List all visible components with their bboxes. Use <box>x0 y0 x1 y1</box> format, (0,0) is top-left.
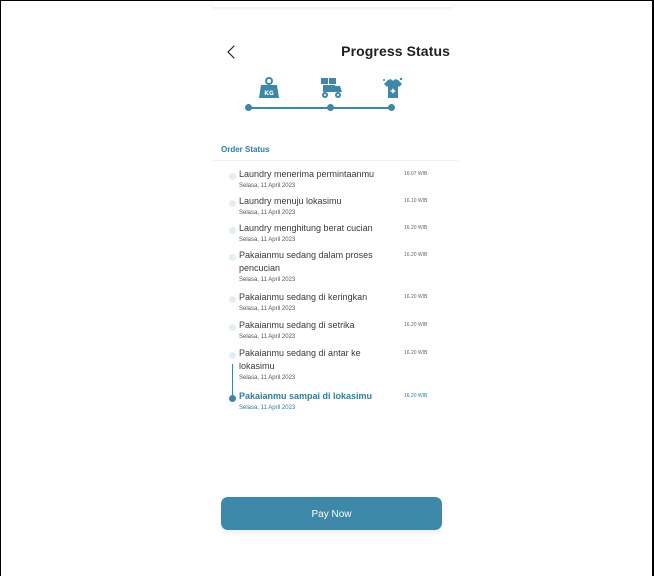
timeline-item-date: Selasa, 11 April 2023 <box>239 277 296 283</box>
pay-now-button[interactable]: Pay Now <box>221 497 442 530</box>
order-status-heading: Order Status <box>221 145 270 154</box>
weight-kg-icon: KG <box>257 76 281 100</box>
timeline-dot <box>229 200 236 207</box>
timeline-item-title: Pakaianmu sedang di setrika <box>239 320 355 330</box>
timeline-dot <box>229 296 236 303</box>
page-title: Progress Status <box>341 43 450 59</box>
timeline-item-date: Selasa, 11 April 2023 <box>239 210 296 216</box>
order-status-timeline: Laundry menerima permintaanmu Selasa, 11… <box>226 164 448 434</box>
timeline-item-title: Pakaianmu sedang di keringkan <box>239 292 368 302</box>
step-dot-3 <box>388 104 395 111</box>
section-divider <box>212 160 458 161</box>
timeline-item-time: 16.20 WIB <box>404 294 428 300</box>
timeline-item-time: 16.20 WIB <box>404 252 428 258</box>
timeline-dot <box>229 227 236 234</box>
timeline-item-date: Selasa, 11 April 2023 <box>239 237 296 243</box>
progress-line <box>248 107 391 109</box>
timeline-item-time: 16.20 WIB <box>404 322 428 328</box>
clean-shirt-icon <box>381 76 405 100</box>
timeline-dot-active <box>229 395 236 402</box>
timeline-item-date: Selasa, 11 April 2023 <box>239 183 296 189</box>
timeline-dot <box>229 324 236 331</box>
timeline-item-title: Pakaianmu sedang di antar ke lokasimu <box>239 348 361 371</box>
timeline-item-time: 16.07 WIB <box>404 171 428 177</box>
timeline-item-time: 16.10 WIB <box>404 198 428 204</box>
timeline-item-title: Laundry menuju lokasimu <box>239 196 342 206</box>
frame-left-border <box>0 0 1 576</box>
timeline-item-date: Selasa, 11 April 2023 <box>239 375 296 381</box>
timeline-item-date: Selasa, 11 April 2023 <box>239 334 296 340</box>
timeline-dot <box>229 254 236 261</box>
timeline-item-time: 16.20 WIB <box>404 393 428 399</box>
timeline-item-title: Laundry menghitung berat cucian <box>239 223 373 233</box>
progress-steps: KG <box>245 76 405 116</box>
header: Progress Status <box>220 40 450 64</box>
timeline-dot <box>229 173 236 180</box>
timeline-item-title: Laundry menerima permintaanmu <box>239 169 375 179</box>
step-dot-1 <box>245 104 252 111</box>
timeline-item-date: Selasa, 11 April 2023 <box>239 306 296 312</box>
chevron-left-icon <box>227 45 235 59</box>
timeline-dot <box>229 352 236 359</box>
phone-top-edge <box>210 1 456 7</box>
step-dot-2 <box>327 104 334 111</box>
delivery-scooter-icon <box>319 76 343 100</box>
timeline-item-time: 16.20 WIB <box>404 350 428 356</box>
timeline-item-title: Pakaianmu sedang dalam proses pencucian <box>239 250 373 273</box>
timeline-item-title: Pakaianmu sampai di lokasimu <box>239 391 373 401</box>
timeline-item-date: Selasa, 11 April 2023 <box>239 405 296 411</box>
timeline-item-time: 16.20 WIB <box>404 225 428 231</box>
weight-kg-label: KG <box>264 90 274 97</box>
back-button[interactable] <box>224 42 240 62</box>
